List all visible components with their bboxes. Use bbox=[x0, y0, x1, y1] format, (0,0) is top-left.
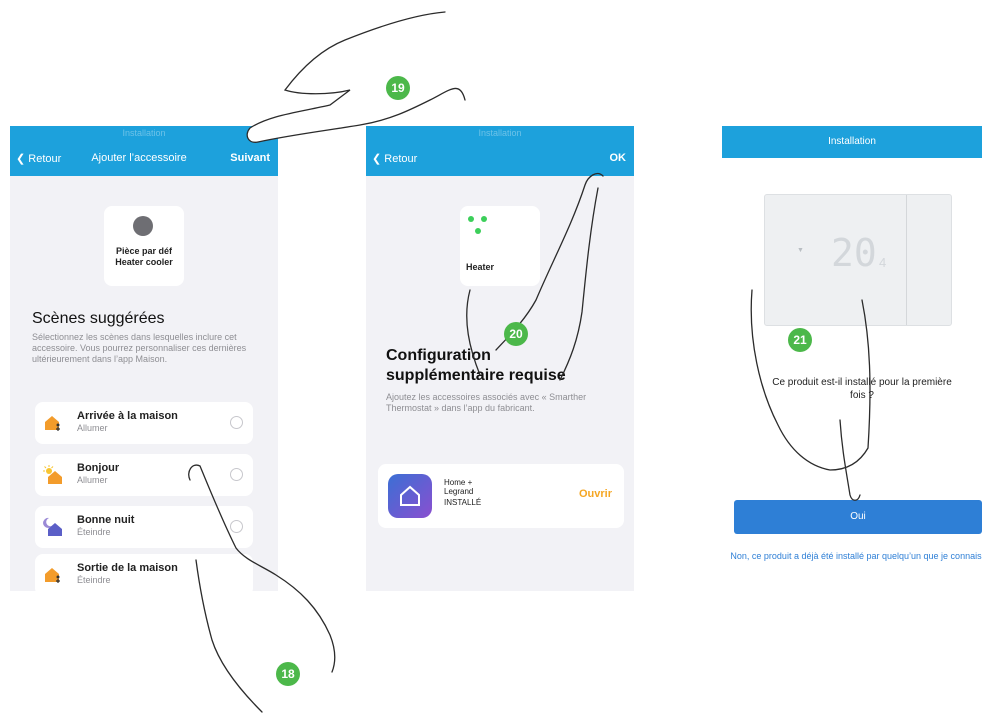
thermostat-display: 20 bbox=[831, 231, 877, 275]
scene-name: Bonjour bbox=[77, 462, 120, 474]
sun-home-icon bbox=[43, 465, 62, 484]
config-heading: Configuration supplémentaire requise bbox=[386, 347, 566, 384]
step-badge-19: 19 bbox=[386, 76, 410, 100]
heater-dots-icon bbox=[468, 216, 487, 234]
accessory-room: Pièce par déf bbox=[115, 246, 173, 256]
config-description: Ajoutez les accessoires associés avec « … bbox=[386, 392, 587, 413]
moon-home-icon bbox=[43, 517, 62, 536]
step-badge-18: 18 bbox=[276, 662, 300, 686]
thermostat-image: ▼ 20 4 bbox=[764, 194, 952, 326]
scene-action: Éteindre bbox=[77, 575, 111, 585]
scene-row[interactable]: Bonne nuit Éteindre bbox=[35, 506, 253, 548]
screen-installation-question: Installation ▼ 20 4 Ce produit est-il in… bbox=[722, 126, 982, 591]
app-icon bbox=[388, 474, 432, 518]
nav-bar: Installation bbox=[722, 126, 982, 158]
accessory-tile: Pièce par déf Heater cooler bbox=[104, 206, 184, 286]
nav-title: Installation bbox=[828, 136, 876, 147]
no-link[interactable]: Non, ce produit a déjà été installé par … bbox=[730, 550, 982, 562]
thermostat-edge bbox=[906, 195, 907, 325]
scene-name: Sortie de la maison bbox=[77, 562, 178, 574]
nav-bar: Installation ❮ Retour OK bbox=[366, 126, 634, 176]
scene-radio[interactable] bbox=[230, 416, 243, 429]
accessory-icon bbox=[133, 216, 153, 236]
chevron-left-icon: ❮ bbox=[16, 153, 26, 165]
screen-add-accessory: Installation ❮ Retour Ajouter l’accessoi… bbox=[10, 126, 278, 591]
home-leave-icon bbox=[45, 568, 60, 583]
scene-radio[interactable] bbox=[230, 468, 243, 481]
home-outline-icon bbox=[400, 485, 420, 506]
screen-additional-config: Installation ❮ Retour OK Heater Configur… bbox=[366, 126, 634, 591]
yes-button[interactable]: Oui bbox=[734, 500, 982, 534]
accessory-name: Heater bbox=[466, 262, 495, 272]
next-button[interactable]: Suivant bbox=[230, 152, 270, 164]
scene-action: Éteindre bbox=[77, 527, 111, 537]
section-description: Sélectionnez les scènes dans lesquelles … bbox=[32, 332, 247, 364]
back-label: Retour bbox=[384, 153, 418, 165]
scene-action: Allumer bbox=[77, 475, 108, 485]
scene-radio[interactable] bbox=[230, 520, 243, 533]
nav-faint-title: Installation bbox=[122, 128, 166, 138]
back-button[interactable]: ❮ Retour bbox=[372, 152, 417, 165]
back-label: Retour bbox=[28, 153, 62, 165]
scene-name: Arrivée à la maison bbox=[77, 410, 178, 422]
open-app-button[interactable]: Ouvrir bbox=[579, 488, 612, 500]
ok-button[interactable]: OK bbox=[610, 152, 627, 164]
section-title: Scènes suggérées bbox=[32, 310, 165, 327]
app-card[interactable]: Home + Legrand INSTALLÉ Ouvrir bbox=[378, 464, 624, 528]
scene-row[interactable]: Bonjour Allumer bbox=[35, 454, 253, 496]
accessory-name: Heater cooler bbox=[115, 257, 173, 267]
thermostat-display-sub: 4 bbox=[879, 255, 887, 270]
hand-icon bbox=[246, 11, 466, 143]
back-button[interactable]: ❮ Retour bbox=[16, 152, 61, 165]
scene-row[interactable]: Arrivée à la maison Allumer bbox=[35, 402, 253, 444]
scene-action: Allumer bbox=[77, 423, 108, 433]
app-name: Home + Legrand bbox=[444, 478, 474, 496]
scene-row[interactable]: Sortie de la maison Éteindre bbox=[35, 554, 253, 591]
scene-name: Bonne nuit bbox=[77, 514, 135, 526]
home-arrive-icon bbox=[45, 416, 60, 431]
accessory-tile: Heater bbox=[460, 206, 540, 286]
step-badge-21: 21 bbox=[788, 328, 812, 352]
nav-bar: Installation ❮ Retour Ajouter l’accessoi… bbox=[10, 126, 278, 176]
nav-title: Ajouter l’accessoire bbox=[91, 152, 187, 164]
thermostat-arrow-icon: ▼ bbox=[797, 247, 804, 254]
install-question: Ce produit est-il installé pour la premi… bbox=[772, 377, 952, 401]
app-status: INSTALLÉ bbox=[444, 498, 482, 507]
step-badge-20: 20 bbox=[504, 322, 528, 346]
chevron-left-icon: ❮ bbox=[372, 153, 382, 165]
nav-faint-title: Installation bbox=[478, 128, 522, 138]
